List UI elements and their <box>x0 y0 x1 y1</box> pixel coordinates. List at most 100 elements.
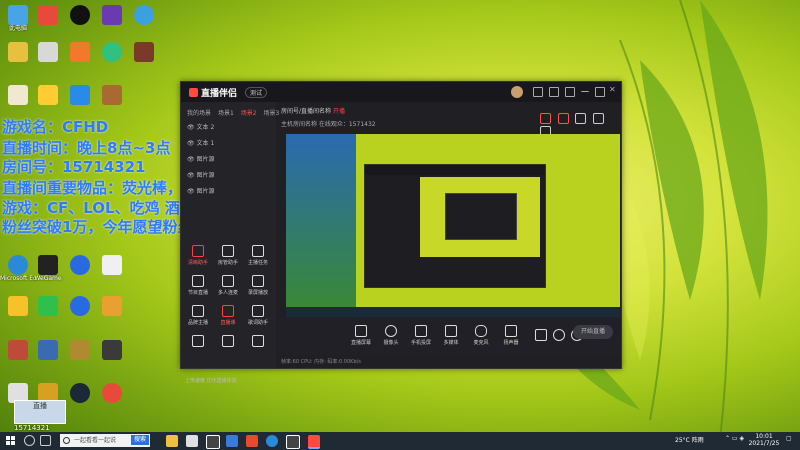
phone-cast-button[interactable]: 手机投屏 <box>406 325 436 346</box>
app-taskbar-icon[interactable] <box>226 435 238 447</box>
record-icon[interactable] <box>540 113 551 124</box>
tool-icon <box>192 245 204 257</box>
tab-my-scenes[interactable]: 我的场景 <box>187 110 211 117</box>
edge-taskbar-icon[interactable] <box>266 435 278 447</box>
screen-capture-button[interactable]: 直播屏幕 <box>346 325 376 346</box>
overlay-game-name: 游戏名：CFHD <box>2 118 109 136</box>
app-icon <box>38 340 58 360</box>
desktop-icon[interactable] <box>62 340 98 360</box>
desktop-icon[interactable] <box>94 255 130 275</box>
desktop-icon[interactable] <box>94 42 130 62</box>
tray-icons[interactable]: ⌃ ▭ ◈ <box>725 435 744 442</box>
tool-item[interactable]: 主播任务 <box>245 245 271 266</box>
app-icon <box>102 5 122 25</box>
edit-icon[interactable] <box>575 113 587 124</box>
app-title: 直播伴侣 <box>201 89 238 99</box>
tool-item[interactable]: 多人连麦 <box>215 275 241 296</box>
media-button[interactable]: 多媒体 <box>436 325 466 346</box>
weather[interactable]: 25°C 阵雨 <box>675 435 704 444</box>
desktop-icon-wegame[interactable]: WeGame <box>30 255 66 282</box>
scene-tabs: 我的场景 场景1 场景2 场景3 <box>187 108 284 117</box>
tab-scene-2[interactable]: 场景2 <box>241 110 257 117</box>
file-explorer-icon[interactable] <box>166 435 178 447</box>
desktop-icon[interactable] <box>126 5 162 25</box>
upload-status: 上传速度 优化直播体验 <box>185 378 237 384</box>
camera-button[interactable]: 摄像头 <box>376 325 406 346</box>
tool-item[interactable]: 清晰助手 <box>185 245 211 266</box>
version-badge[interactable]: 测试 <box>245 87 268 98</box>
desktop-icon[interactable] <box>94 5 130 25</box>
desktop-icon[interactable] <box>30 5 66 25</box>
desktop-icon[interactable] <box>62 42 98 62</box>
phone-icon <box>415 325 427 337</box>
desktop-icon[interactable] <box>94 383 130 403</box>
scene-item[interactable]: 👁 图片源 <box>187 170 215 179</box>
tool-label: 房管助手 <box>217 260 238 266</box>
close-icon[interactable]: ✕ <box>609 85 617 94</box>
search-button[interactable]: 搜索 <box>131 435 149 445</box>
app-taskbar-icon[interactable] <box>186 435 198 447</box>
tool-item[interactable] <box>215 335 241 349</box>
desktop-icon[interactable] <box>126 42 162 62</box>
tool-icon <box>252 275 264 287</box>
desktop-icon[interactable] <box>30 296 66 316</box>
scene-item[interactable]: 👁 文本 1 <box>187 138 214 147</box>
bell-icon[interactable] <box>592 113 604 124</box>
settings-icon[interactable] <box>565 87 575 97</box>
start-live-button[interactable]: 开始直播 <box>573 325 613 339</box>
tool-item[interactable]: 录屏播放 <box>245 275 271 296</box>
desktop-icon[interactable] <box>30 85 66 105</box>
speaker-button[interactable]: 扬声器 <box>496 325 526 346</box>
nested-window-inner <box>445 193 517 240</box>
tool-item[interactable]: 品牌主播 <box>185 305 211 326</box>
tool-label: 直播课 <box>220 320 236 326</box>
app-taskbar-icon[interactable] <box>246 435 258 447</box>
live-companion-taskbar-icon[interactable] <box>308 435 320 449</box>
app-icon <box>8 42 28 62</box>
microphone-button[interactable]: 麦克风 <box>466 325 496 346</box>
desktop-icon[interactable] <box>62 383 98 403</box>
desktop-icon[interactable] <box>62 5 98 25</box>
tool-item[interactable] <box>245 335 271 349</box>
app-taskbar-icon[interactable] <box>286 435 300 449</box>
notification-icon[interactable]: ▢ <box>786 435 792 442</box>
file-icon <box>102 255 122 275</box>
tool-item[interactable]: 歌词助手 <box>245 305 271 326</box>
tool-item[interactable]: 节目直播 <box>185 275 211 296</box>
desktop-icon[interactable] <box>30 340 66 360</box>
desktop-icon[interactable] <box>62 296 98 316</box>
desktop-icon[interactable] <box>62 255 98 275</box>
tool-item[interactable] <box>185 335 211 349</box>
tool-item[interactable]: 直播课 <box>215 305 241 326</box>
tab-scene-1[interactable]: 场景1 <box>218 110 234 117</box>
tool-item[interactable]: 房管助手 <box>215 245 241 266</box>
minimize-icon[interactable] <box>581 87 589 92</box>
desktop-icon[interactable] <box>94 340 130 360</box>
app-icon <box>134 42 154 62</box>
task-view-icon[interactable] <box>40 435 51 446</box>
clock[interactable]: 10:01 2021/7/25 <box>744 433 784 447</box>
live-preview[interactable] <box>286 134 620 317</box>
windows-start-icon[interactable] <box>6 436 16 446</box>
maximize-icon[interactable] <box>595 87 605 97</box>
scene-item[interactable]: 👁 文本 2 <box>187 122 214 131</box>
preview-desktop-icons <box>286 134 356 317</box>
avatar[interactable] <box>511 86 523 98</box>
camera-icon <box>385 325 397 337</box>
app-taskbar-icon[interactable] <box>206 435 220 449</box>
tool-icon <box>192 335 204 347</box>
desktop-icon[interactable] <box>94 85 130 105</box>
desktop-icon[interactable] <box>62 85 98 105</box>
scene-item[interactable]: 👁 图片源 <box>187 186 215 195</box>
desktop-icon[interactable] <box>30 42 66 62</box>
search-icon[interactable] <box>24 435 35 446</box>
chat-icon[interactable] <box>549 87 559 97</box>
app-icon <box>70 85 90 105</box>
desktop-icon[interactable] <box>94 296 130 316</box>
app-logo: 直播伴侣 <box>189 86 237 99</box>
message-icon[interactable] <box>533 87 543 97</box>
tab-scene-3[interactable]: 场景3 <box>263 110 279 117</box>
bag-icon[interactable] <box>557 113 569 124</box>
scene-item[interactable]: 👁 图片源 <box>187 154 215 163</box>
play-icon <box>445 325 457 337</box>
